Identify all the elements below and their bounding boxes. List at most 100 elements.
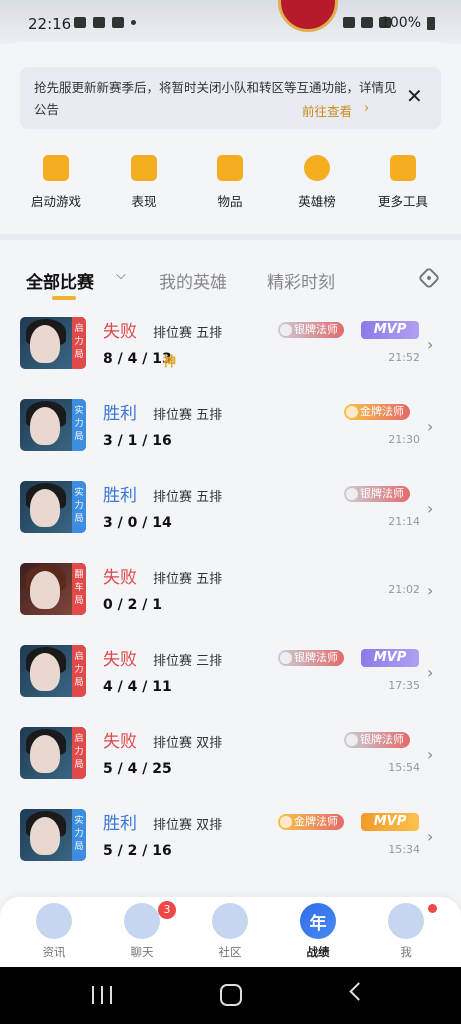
match-result: 失败: [103, 732, 137, 752]
quick-action-label: 表现: [131, 194, 157, 209]
match-tag: 启力局: [72, 727, 86, 779]
chevron-right-icon[interactable]: ›: [364, 101, 369, 116]
match-row[interactable]: 启力局 失败 排位赛 双排 5 / 4 / 25 银牌法师 15:54 ›: [0, 727, 461, 799]
match-tag: 实力局: [72, 399, 86, 451]
match-tag: 启力局: [72, 645, 86, 697]
quick-action-hero-ranking[interactable]: 英雄榜: [277, 155, 357, 210]
quick-action-label: 英雄榜: [298, 194, 336, 209]
chevron-right-icon: ›: [427, 499, 434, 518]
nav-news[interactable]: 资讯: [24, 903, 84, 960]
status-bar: 22:16 100%: [0, 0, 461, 44]
home-icon[interactable]: [220, 984, 242, 1006]
more-notifications-icon: [131, 20, 136, 25]
nav-label: 战绩: [306, 945, 330, 959]
match-time: 21:14: [388, 515, 420, 528]
mvp-badge: MVP: [361, 813, 419, 831]
chevron-down-icon[interactable]: ⌵: [116, 268, 126, 283]
tab-highlights[interactable]: 精彩时刻: [267, 268, 335, 293]
match-kda: 3 / 0 / 14: [103, 515, 172, 531]
hero-avatar: 实力局: [20, 399, 86, 451]
match-row[interactable]: 启力局 失败 排位赛 三排 4 / 4 / 11 银牌法师 MVP 17:35 …: [0, 645, 461, 717]
tab-my-heroes[interactable]: 我的英雄: [159, 268, 227, 293]
quick-action-label: 物品: [217, 194, 243, 209]
notification-dot: [428, 904, 437, 913]
match-row[interactable]: 实力局 胜利 排位赛 五排 3 / 0 / 14 银牌法师 21:14 ›: [0, 481, 461, 553]
hero-avatar: 启力局: [20, 317, 86, 369]
chevron-right-icon: ›: [427, 417, 434, 436]
match-row[interactable]: 实力局 胜利 排位赛 五排 3 / 1 / 16 金牌法师 21:30 ›: [0, 399, 461, 471]
gamepad-icon: [43, 155, 69, 181]
match-result: 失败: [103, 322, 137, 342]
chevron-right-icon: ›: [427, 827, 434, 846]
mvp-badge: MVP: [361, 321, 419, 339]
grid-icon: [390, 155, 416, 181]
mvp-badge: MVP: [361, 649, 419, 667]
match-result: 胜利: [103, 486, 137, 506]
hero-avatar: 翻车局: [20, 563, 86, 615]
match-kda: 0 / 2 / 1: [103, 597, 162, 613]
match-result: 胜利: [103, 404, 137, 424]
close-icon[interactable]: ✕: [406, 86, 423, 106]
hero-avatar: 启力局: [20, 727, 86, 779]
chat-unread-badge: 3: [158, 901, 176, 919]
community-icon: [212, 903, 248, 939]
back-icon[interactable]: [349, 982, 368, 1001]
match-result: 失败: [103, 568, 137, 588]
match-kda: 5 / 4 / 25: [103, 761, 172, 777]
match-tag: 实力局: [72, 481, 86, 533]
quick-action-performance[interactable]: 表现: [104, 155, 184, 210]
match-row[interactable]: 启力局 失败 排位赛 五排 8 / 4 / 13 神 银牌法师 MVP 21:5…: [0, 317, 461, 389]
rank-badge: 银牌法师: [344, 486, 410, 502]
match-time: 15:34: [388, 843, 420, 856]
hero-avatar: 实力局: [20, 809, 86, 861]
quick-action-label: 启动游戏: [30, 194, 81, 209]
match-mode: 排位赛 三排: [153, 654, 223, 669]
bag-icon: [217, 155, 243, 181]
battery-percent: 100%: [380, 15, 421, 31]
match-mode: 排位赛 五排: [153, 326, 223, 341]
battery-icon: [427, 17, 435, 30]
match-kda: 4 / 4 / 11: [103, 679, 172, 695]
records-icon: 年: [300, 903, 336, 939]
nav-me[interactable]: 我: [376, 903, 436, 960]
nav-label: 资讯: [42, 945, 66, 959]
notice-view-link[interactable]: 前往查看: [302, 101, 352, 120]
match-kda: 5 / 2 / 16: [103, 843, 172, 859]
match-result: 胜利: [103, 814, 137, 834]
match-row[interactable]: 翻车局 失败 排位赛 五排 0 / 2 / 1 21:02 ›: [0, 563, 461, 635]
hero-avatar: 实力局: [20, 481, 86, 533]
cloud-icon: [74, 17, 86, 28]
match-mode: 排位赛 五排: [153, 408, 223, 423]
app-notification-icon: [112, 17, 124, 28]
match-mode: 排位赛 五排: [153, 572, 223, 587]
match-row[interactable]: 实力局 胜利 排位赛 双排 5 / 2 / 16 金牌法师 MVP 15:34 …: [0, 809, 461, 881]
chart-icon: [131, 155, 157, 181]
match-time: 21:52: [388, 351, 420, 364]
quick-action-label: 更多工具: [377, 194, 428, 209]
status-left-icons: [74, 17, 136, 28]
quick-action-launch-game[interactable]: 启动游戏: [16, 155, 96, 210]
match-time: 17:35: [388, 679, 420, 692]
image-icon: [93, 17, 105, 28]
match-time: 21:30: [388, 433, 420, 446]
section-divider: [0, 234, 461, 240]
star-news-icon: [36, 903, 72, 939]
match-mode: 排位赛 五排: [153, 490, 223, 505]
legendary-badge: 神: [163, 355, 177, 370]
bottom-navigation: 资讯 聊天 社区 年 战绩 我: [0, 897, 461, 967]
recents-icon[interactable]: [92, 986, 112, 1004]
match-kda: 8 / 4 / 13: [103, 351, 172, 367]
nav-records[interactable]: 年 战绩: [288, 903, 348, 960]
chevron-right-icon: ›: [427, 745, 434, 764]
rank-badge: 银牌法师: [278, 650, 344, 666]
match-result: 失败: [103, 650, 137, 670]
quick-action-items[interactable]: 物品: [190, 155, 270, 210]
nav-label: 我: [400, 945, 412, 959]
nav-community[interactable]: 社区: [200, 903, 260, 960]
chat-bubble-icon: [124, 903, 160, 939]
tab-all-matches[interactable]: 全部比赛: [26, 268, 94, 293]
rank-badge: 金牌法师: [344, 404, 410, 420]
quick-action-more-tools[interactable]: 更多工具: [363, 155, 443, 210]
match-kda: 3 / 1 / 16: [103, 433, 172, 449]
match-mode: 排位赛 双排: [153, 818, 223, 833]
